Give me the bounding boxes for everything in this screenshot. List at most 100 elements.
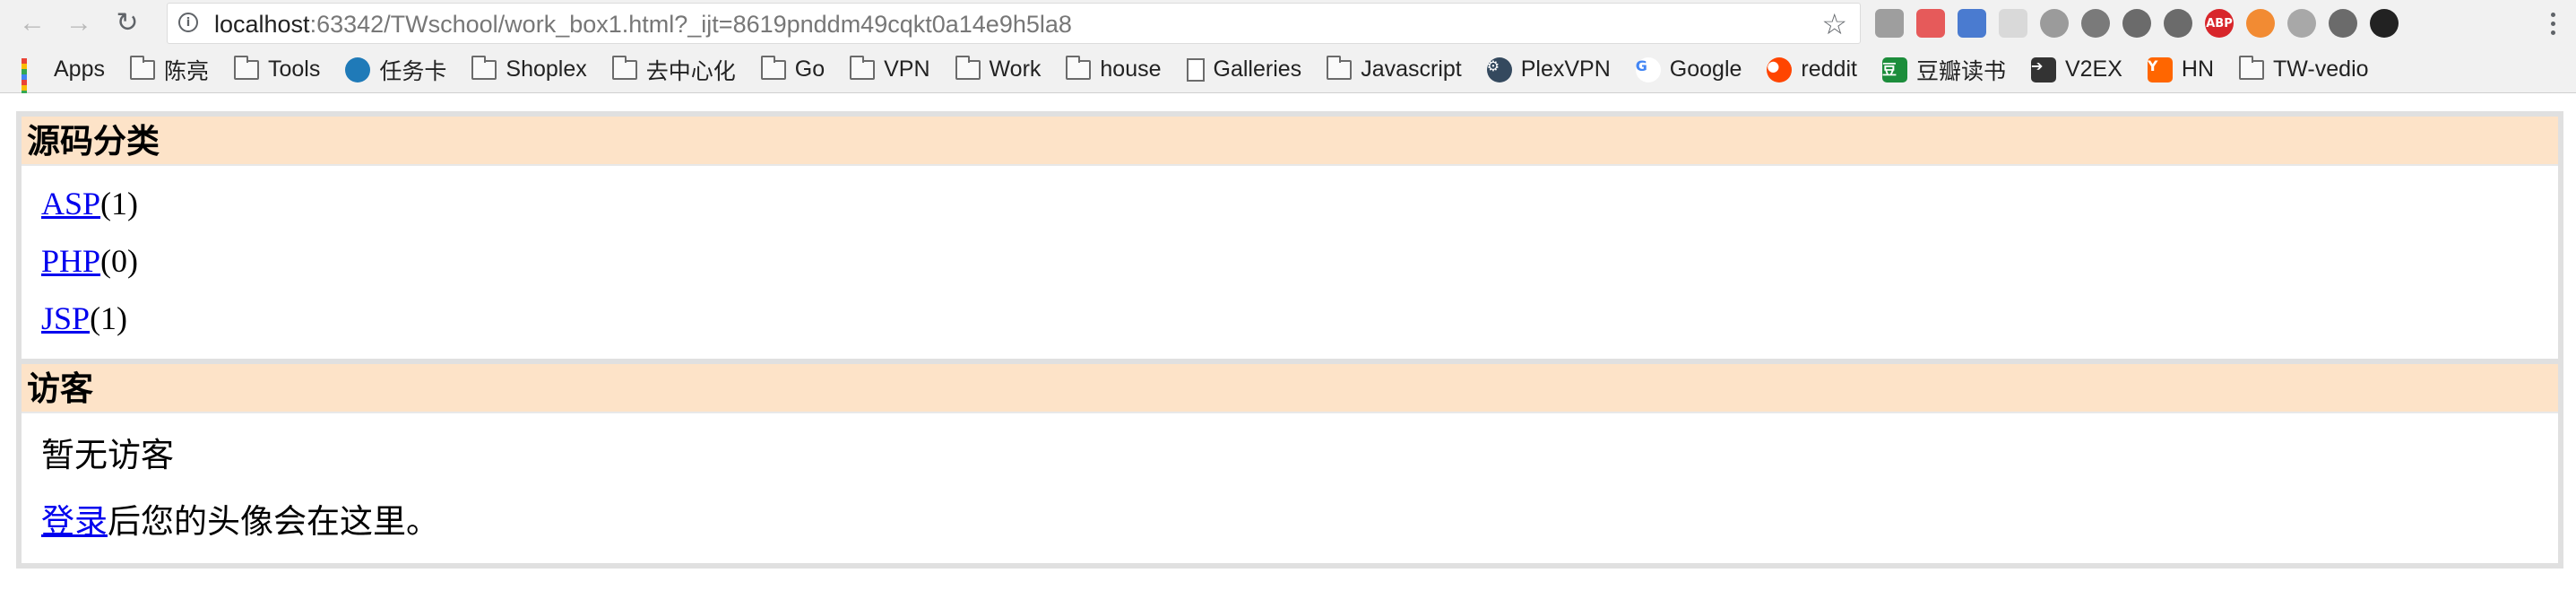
bookmark-hn[interactable]: Y HN — [2147, 52, 2215, 88]
bookmark-star-icon[interactable]: ☆ — [1821, 7, 1847, 41]
bookmark-label: Google — [1669, 56, 1742, 82]
bookmark-任务卡[interactable]: 任务卡 — [345, 52, 446, 88]
apps-icon — [22, 57, 45, 107]
bookmark-label: HN — [2181, 56, 2215, 82]
bookmark-plexvpn[interactable]: ⚙ PlexVPN — [1486, 52, 1611, 88]
login-link[interactable]: 登录 — [41, 502, 108, 541]
bookmark-google[interactable]: G Google — [1635, 52, 1742, 88]
category-item: PHP(0) — [41, 232, 2558, 290]
bookmark-label: PlexVPN — [1520, 56, 1611, 82]
page-icon — [1186, 57, 1205, 82]
shield-icon[interactable] — [1999, 9, 2027, 38]
sync-icon[interactable] — [2122, 9, 2151, 38]
flag-icon[interactable] — [2329, 9, 2357, 38]
folder-icon — [1066, 55, 1092, 80]
multi-color-icon[interactable] — [1916, 9, 1945, 38]
category-item: JSP(1) — [41, 290, 2558, 347]
bookmark-label: TW-vedio — [2273, 56, 2369, 82]
bookmark-label: Shoplex — [506, 56, 587, 82]
folder-icon — [611, 55, 637, 80]
bookmark-label: 豆瓣读书 — [1915, 58, 2006, 84]
bookmark-tw-vedio[interactable]: TW-vedio — [2239, 52, 2369, 88]
info-icon[interactable]: i — [178, 13, 198, 32]
bookmark-label: VPN — [884, 56, 930, 82]
bookmark-label: house — [1100, 56, 1162, 82]
address-bar[interactable]: i localhost:63342/TWschool/work_box1.htm… — [167, 3, 1861, 44]
bookmark-reddit[interactable]: ● reddit — [1767, 52, 1857, 88]
film-reel-icon[interactable] — [2081, 9, 2110, 38]
back-arrow-icon[interactable]: ← — [14, 5, 50, 41]
google-icon: G — [1635, 56, 1661, 82]
login-prompt: 登录后您的头像会在这里。 — [41, 489, 2558, 555]
chart-bars-icon[interactable] — [1958, 9, 1986, 38]
source-category-title: 源码分类 — [22, 117, 2558, 166]
visitors-body: 暂无访客 登录后您的头像会在这里。 — [22, 413, 2558, 555]
bookmark-label: 去中心化 — [645, 58, 736, 84]
bookmark-javascript[interactable]: Javascript — [1327, 52, 1462, 88]
bookmark-label: Javascript — [1361, 56, 1462, 82]
folder-icon — [129, 55, 155, 80]
bookmark-label: V2EX — [2064, 56, 2122, 82]
bookmark-apps[interactable]: Apps — [22, 52, 105, 107]
url-host: localhost — [214, 11, 310, 38]
visitors-box: 访客 暂无访客 登录后您的头像会在这里。 — [16, 359, 2563, 569]
robot-icon[interactable] — [2287, 9, 2316, 38]
folder-icon — [2239, 55, 2265, 80]
folder-icon — [234, 55, 259, 80]
bookmark-shoplex[interactable]: Shoplex — [471, 52, 587, 88]
category-item: ASP(1) — [41, 175, 2558, 232]
camera-lens-icon[interactable] — [2370, 9, 2399, 38]
category-count: (1) — [100, 186, 139, 221]
douban-icon: 豆 — [1881, 56, 1907, 82]
folder-icon — [850, 55, 876, 80]
hn-icon: Y — [2147, 56, 2173, 82]
bookmark-去中心化[interactable]: 去中心化 — [611, 52, 736, 88]
category-link-php[interactable]: PHP — [41, 243, 100, 279]
bookmarks-bar: Apps 陈亮 Tools 任务卡 Shoplex 去中心化 Go VPN Work house G… — [0, 47, 2576, 107]
extensions-bar: ABP — [1875, 5, 2399, 41]
bookmark-label: Work — [989, 56, 1042, 82]
no-visitors-text: 暂无访客 — [41, 436, 174, 474]
bookmark-label: Go — [794, 56, 826, 82]
circle-icon[interactable] — [2040, 9, 2069, 38]
bookmark-陈亮[interactable]: 陈亮 — [129, 52, 209, 88]
bookmark-label: Galleries — [1213, 56, 1302, 82]
bookmark-work[interactable]: Work — [955, 52, 1042, 88]
bookmark-v2ex[interactable]: ➔ V2EX — [2030, 52, 2122, 88]
gear-icon: ⚙ — [1486, 56, 1512, 82]
bookmark-豆瓣读书[interactable]: 豆豆瓣读书 — [1881, 52, 2006, 88]
lifebuoy-icon[interactable] — [2246, 9, 2275, 38]
page-content: 源码分类 ASP(1) PHP(0) JSP(1) 访客 暂无访客 登录后您的头… — [0, 93, 2576, 599]
url-text[interactable]: localhost:63342/TWschool/work_box1.html?… — [214, 4, 1072, 45]
adblock-plus-icon[interactable]: ABP — [2205, 9, 2234, 38]
reddit-icon: ● — [1767, 56, 1793, 82]
folder-icon — [760, 55, 786, 80]
folder-icon — [1327, 55, 1353, 80]
category-count: (1) — [90, 300, 128, 336]
trello-icon — [345, 56, 371, 82]
bookmark-galleries[interactable]: Galleries — [1186, 52, 1302, 88]
bookmark-go[interactable]: Go — [760, 52, 826, 88]
evernote-icon[interactable] — [2164, 9, 2192, 38]
bookmark-vpn[interactable]: VPN — [850, 52, 930, 88]
category-count: (0) — [100, 243, 139, 279]
menu-dots-icon[interactable] — [2547, 5, 2558, 41]
tab-grid-icon[interactable] — [1875, 9, 1904, 38]
reload-icon[interactable]: ↻ — [109, 5, 145, 41]
url-path: :63342/TWschool/work_box1.html?_ijt=8619… — [309, 11, 1072, 38]
browser-toolbar: ← → ↻ i localhost:63342/TWschool/work_bo… — [0, 0, 2576, 47]
folder-icon — [955, 55, 981, 80]
bookmark-house[interactable]: house — [1066, 52, 1162, 88]
category-link-asp[interactable]: ASP — [41, 186, 100, 221]
v2ex-icon: ➔ — [2030, 56, 2056, 82]
category-link-jsp[interactable]: JSP — [41, 300, 90, 336]
bookmark-label: 陈亮 — [163, 58, 209, 84]
folder-icon — [471, 55, 497, 80]
forward-arrow-icon[interactable]: → — [61, 5, 97, 41]
visitors-title: 访客 — [22, 364, 2558, 413]
bookmark-tools[interactable]: Tools — [234, 52, 320, 88]
source-category-box: 源码分类 ASP(1) PHP(0) JSP(1) — [16, 111, 2563, 364]
login-prompt-suffix: 后您的头像会在这里。 — [108, 502, 439, 541]
bookmark-label: 任务卡 — [379, 58, 447, 84]
bookmark-label: Apps — [54, 56, 105, 82]
